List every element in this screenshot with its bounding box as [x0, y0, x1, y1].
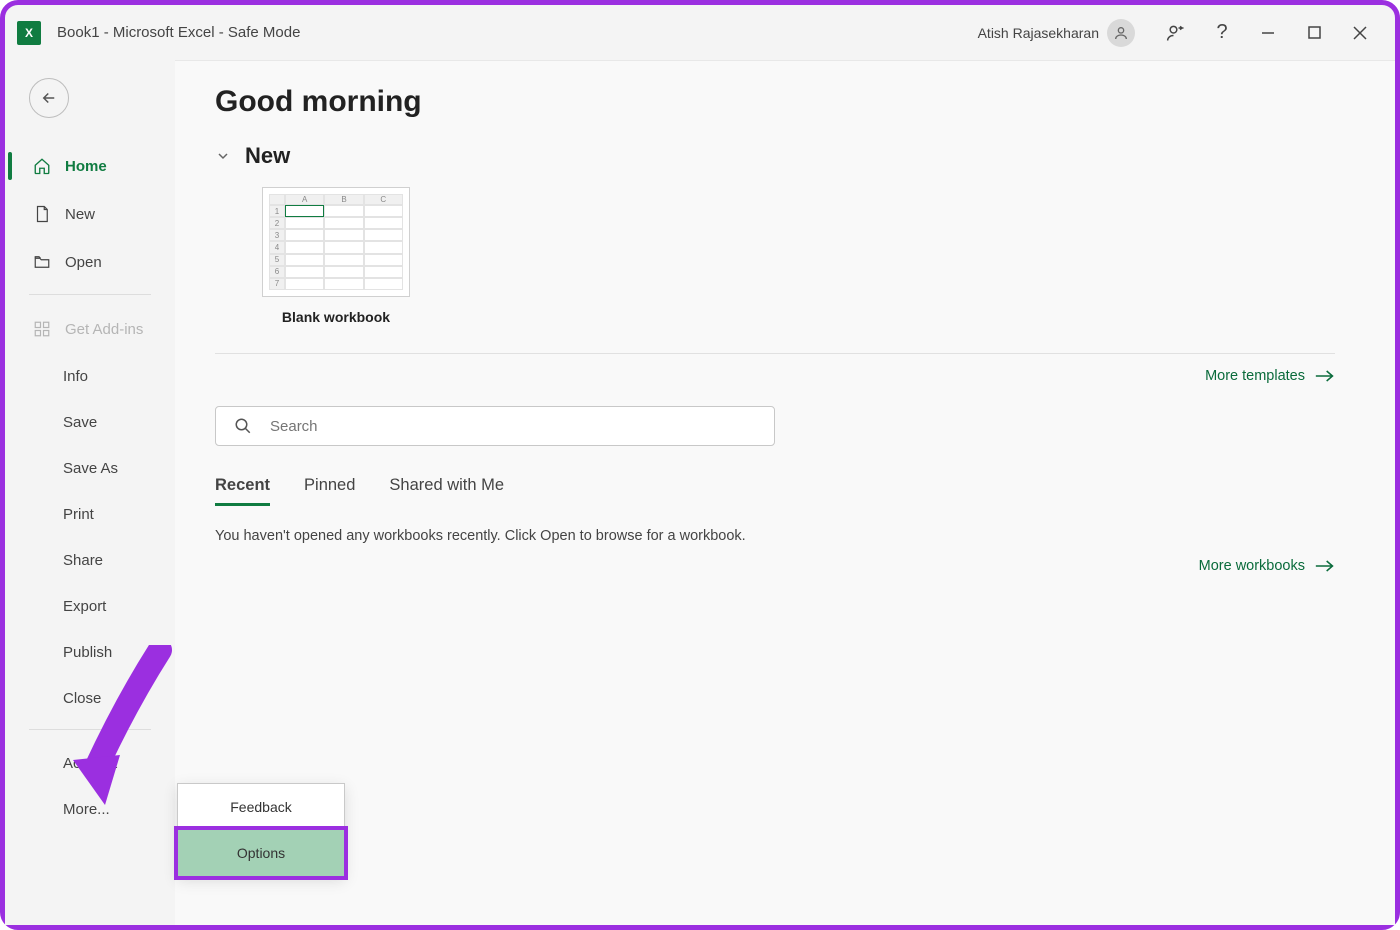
sidebar-item-label: Share	[63, 552, 103, 569]
user-avatar[interactable]	[1107, 19, 1135, 47]
tab-label: Shared with Me	[389, 476, 504, 494]
sidebar-item-label: Info	[63, 368, 88, 385]
recent-tabs: Recent Pinned Shared with Me	[215, 476, 1335, 506]
tab-label: Pinned	[304, 476, 355, 494]
sidebar-item-share[interactable]: Share	[5, 537, 175, 583]
more-templates-link[interactable]: More templates	[215, 368, 1335, 384]
sidebar-item-more[interactable]: More...	[5, 786, 175, 832]
sidebar-item-info[interactable]: Info	[5, 353, 175, 399]
close-button[interactable]	[1337, 13, 1383, 53]
sidebar-item-label: Close	[63, 690, 101, 707]
sidebar-item-save[interactable]: Save	[5, 399, 175, 445]
sidebar-item-label: More...	[63, 801, 110, 818]
template-thumbnail: ABC 1 2 3 4 5 6 7	[262, 187, 410, 297]
tab-pinned[interactable]: Pinned	[304, 476, 355, 506]
search-box[interactable]	[215, 406, 775, 446]
title-bar: X Book1 - Microsoft Excel - Safe Mode At…	[5, 5, 1395, 60]
sidebar-item-label: Save	[63, 414, 97, 431]
tab-shared[interactable]: Shared with Me	[389, 476, 504, 506]
sidebar-item-new[interactable]: New	[5, 190, 175, 238]
arrow-right-icon	[1315, 559, 1335, 573]
search-input[interactable]	[270, 418, 756, 435]
sidebar-item-label: Publish	[63, 644, 112, 661]
folder-icon	[33, 253, 51, 271]
sidebar-item-export[interactable]: Export	[5, 583, 175, 629]
backstage-sidebar: Home New Open Get Add-ins	[5, 60, 175, 925]
sidebar-item-label: Account	[63, 755, 117, 772]
more-popup: Feedback Options	[177, 783, 345, 877]
chevron-down-icon	[215, 148, 231, 164]
template-label: Blank workbook	[251, 309, 421, 325]
sidebar-item-print[interactable]: Print	[5, 491, 175, 537]
sidebar-item-home[interactable]: Home	[5, 142, 175, 190]
divider	[215, 353, 1335, 354]
popup-item-label: Feedback	[230, 799, 291, 815]
sidebar-divider	[29, 729, 151, 730]
greeting-heading: Good morning	[215, 85, 1335, 119]
new-section-header[interactable]: New	[215, 143, 1335, 169]
home-icon	[33, 157, 51, 175]
sidebar-item-label: Get Add-ins	[65, 321, 143, 338]
sidebar-item-label: Save As	[63, 460, 118, 477]
page-icon	[33, 205, 51, 223]
back-button[interactable]	[29, 78, 69, 118]
user-name: Atish Rajasekharan	[978, 25, 1099, 41]
sidebar-divider	[29, 294, 151, 295]
template-blank-workbook[interactable]: ABC 1 2 3 4 5 6 7 Blank workbook	[251, 187, 421, 325]
sidebar-item-close[interactable]: Close	[5, 675, 175, 721]
search-icon	[234, 417, 252, 435]
sidebar-item-addins: Get Add-ins	[5, 305, 175, 353]
recent-empty-message: You haven't opened any workbooks recentl…	[215, 528, 1335, 544]
minimize-button[interactable]	[1245, 13, 1291, 53]
sidebar-item-label: Open	[65, 254, 102, 271]
coming-soon-icon[interactable]	[1153, 13, 1199, 53]
sidebar-item-publish[interactable]: Publish	[5, 629, 175, 675]
tab-recent[interactable]: Recent	[215, 476, 270, 506]
arrow-right-icon	[1315, 369, 1335, 383]
popup-item-label: Options	[237, 845, 285, 861]
grid-icon	[33, 320, 51, 338]
sidebar-item-saveas[interactable]: Save As	[5, 445, 175, 491]
maximize-button[interactable]	[1291, 13, 1337, 53]
sidebar-item-label: New	[65, 206, 95, 223]
sidebar-item-open[interactable]: Open	[5, 238, 175, 286]
link-label: More workbooks	[1199, 558, 1305, 574]
popup-item-feedback[interactable]: Feedback	[178, 784, 344, 830]
popup-item-options[interactable]: Options	[178, 830, 344, 876]
backstage-main: Good morning New ABC 1 2 3 4 5 6	[175, 60, 1395, 925]
help-icon[interactable]: ?	[1199, 13, 1245, 53]
link-label: More templates	[1205, 368, 1305, 384]
sidebar-item-label: Print	[63, 506, 94, 523]
section-title: New	[245, 143, 290, 169]
sidebar-item-account[interactable]: Account	[5, 740, 175, 786]
tab-label: Recent	[215, 476, 270, 494]
sidebar-item-label: Home	[65, 158, 107, 175]
sidebar-item-label: Export	[63, 598, 106, 615]
window-title: Book1 - Microsoft Excel - Safe Mode	[57, 24, 300, 41]
excel-app-icon: X	[17, 21, 41, 45]
more-workbooks-link[interactable]: More workbooks	[215, 558, 1335, 574]
